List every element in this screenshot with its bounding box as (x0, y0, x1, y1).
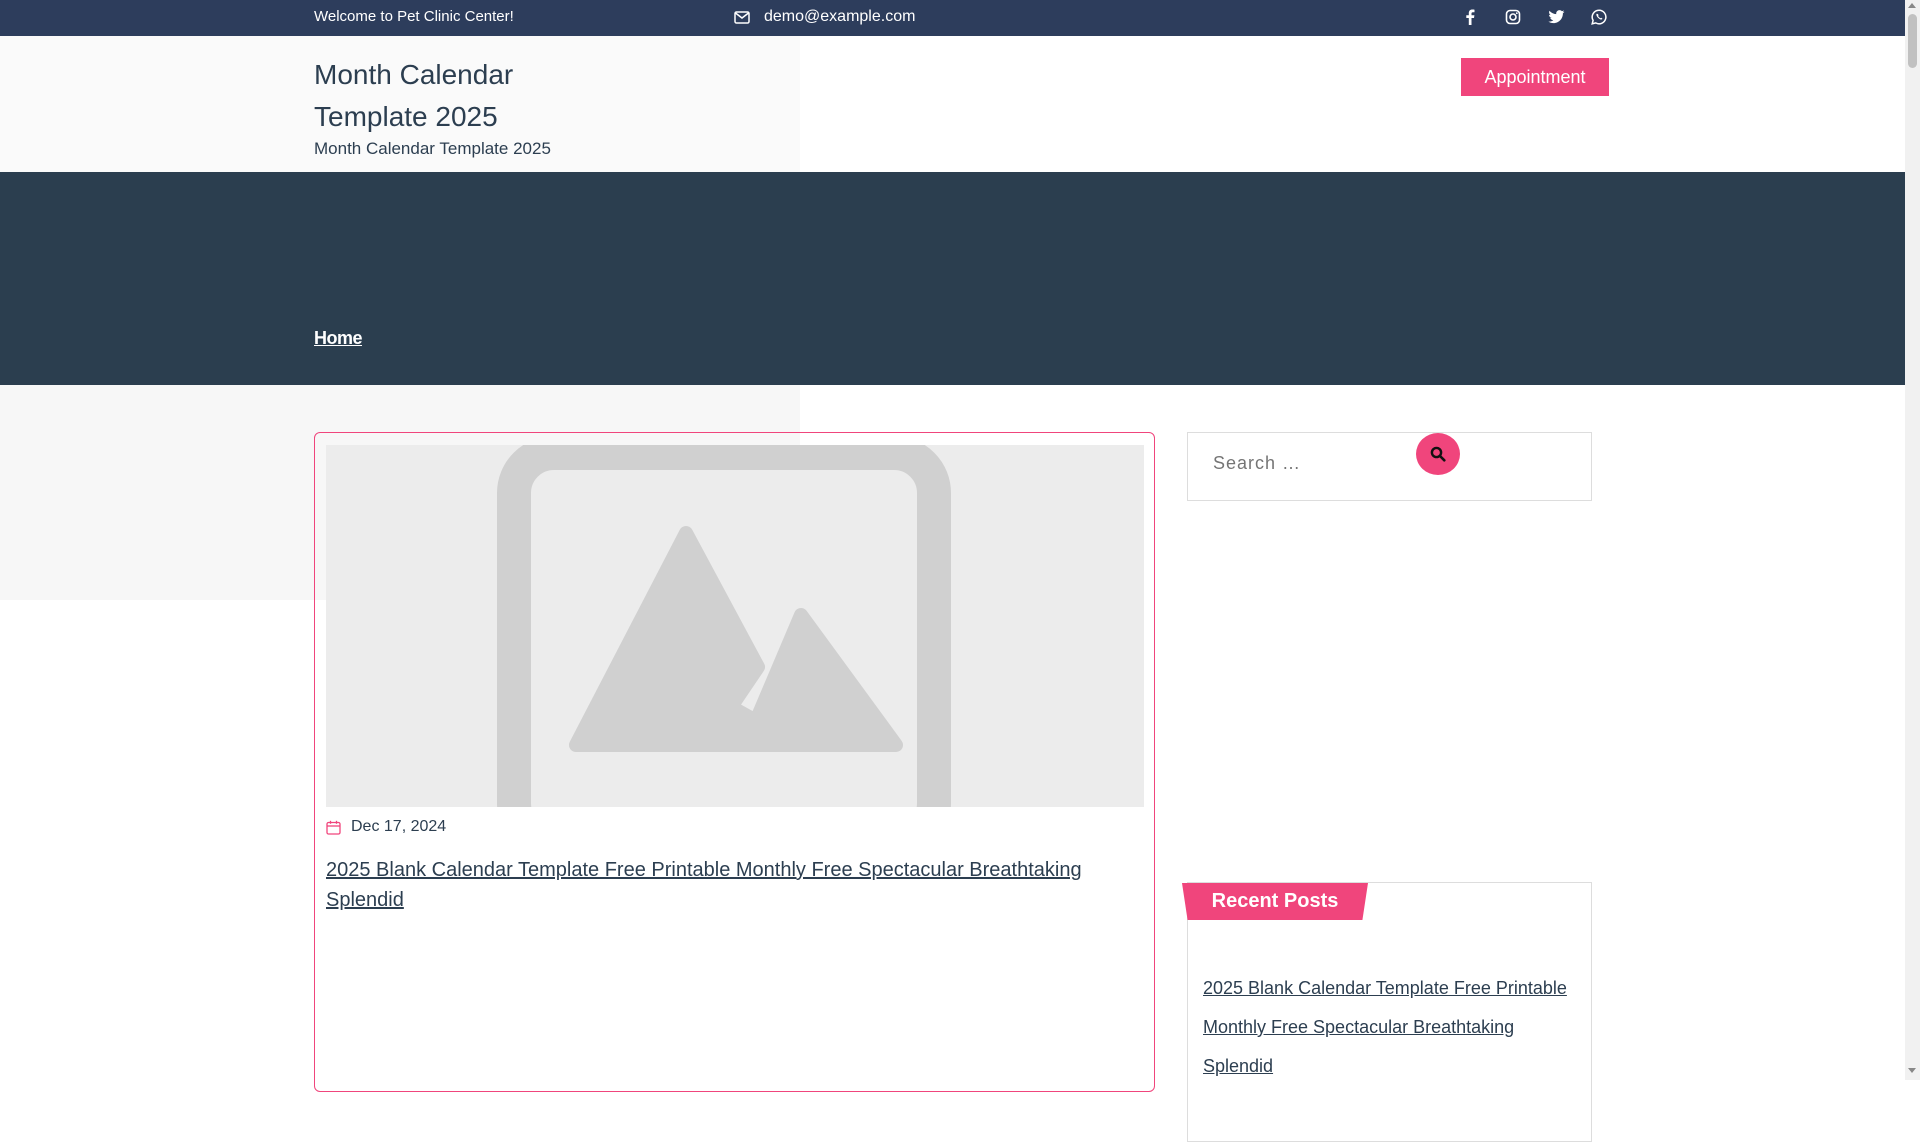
twitter-icon[interactable] (1546, 6, 1566, 28)
contact-email[interactable]: demo@example.com (734, 8, 915, 26)
calendar-icon (326, 820, 341, 835)
search-input[interactable] (1213, 453, 1413, 474)
envelope-icon (734, 10, 750, 24)
recent-posts-heading: Recent Posts (1182, 883, 1368, 920)
image-placeholder-icon (497, 445, 951, 807)
post-thumbnail[interactable] (326, 445, 1144, 807)
post-date[interactable]: Dec 17, 2024 (351, 818, 446, 836)
search-icon (1430, 446, 1446, 462)
email-text: demo@example.com (764, 8, 916, 25)
top-bar: Welcome to Pet Clinic Center! demo@examp… (0, 0, 1905, 36)
recent-post-link[interactable]: 2025 Blank Calendar Template Free Printa… (1203, 969, 1583, 1086)
whatsapp-icon[interactable] (1589, 6, 1609, 28)
site-title[interactable]: Month Calendar Template 2025 (314, 54, 614, 138)
page-scrollbar[interactable] (1905, 0, 1920, 1080)
site-tagline: Month Calendar Template 2025 (314, 139, 551, 158)
search-button[interactable] (1416, 433, 1460, 475)
recent-posts-widget: Recent Posts 2025 Blank Calendar Templat… (1182, 882, 1592, 1142)
appointment-button[interactable]: Appointment (1461, 58, 1609, 96)
scroll-down-arrow[interactable] (1908, 1068, 1916, 1073)
search-widget (1187, 432, 1592, 501)
instagram-icon[interactable] (1503, 6, 1523, 28)
social-links (1460, 6, 1609, 28)
welcome-text: Welcome to Pet Clinic Center! (314, 8, 514, 25)
site-header: Month Calendar Template 2025 Month Calen… (0, 36, 1905, 172)
page-hero: Home (0, 172, 1905, 385)
breadcrumb-home[interactable]: Home (314, 328, 363, 349)
facebook-icon[interactable] (1460, 6, 1480, 28)
post-title-link[interactable]: 2025 Blank Calendar Template Free Printa… (326, 855, 1126, 915)
scroll-up-arrow[interactable] (1908, 3, 1916, 8)
post-meta: Dec 17, 2024 (326, 818, 446, 836)
post-card: Dec 17, 2024 2025 Blank Calendar Templat… (314, 432, 1155, 1092)
scroll-thumb[interactable] (1908, 14, 1917, 68)
